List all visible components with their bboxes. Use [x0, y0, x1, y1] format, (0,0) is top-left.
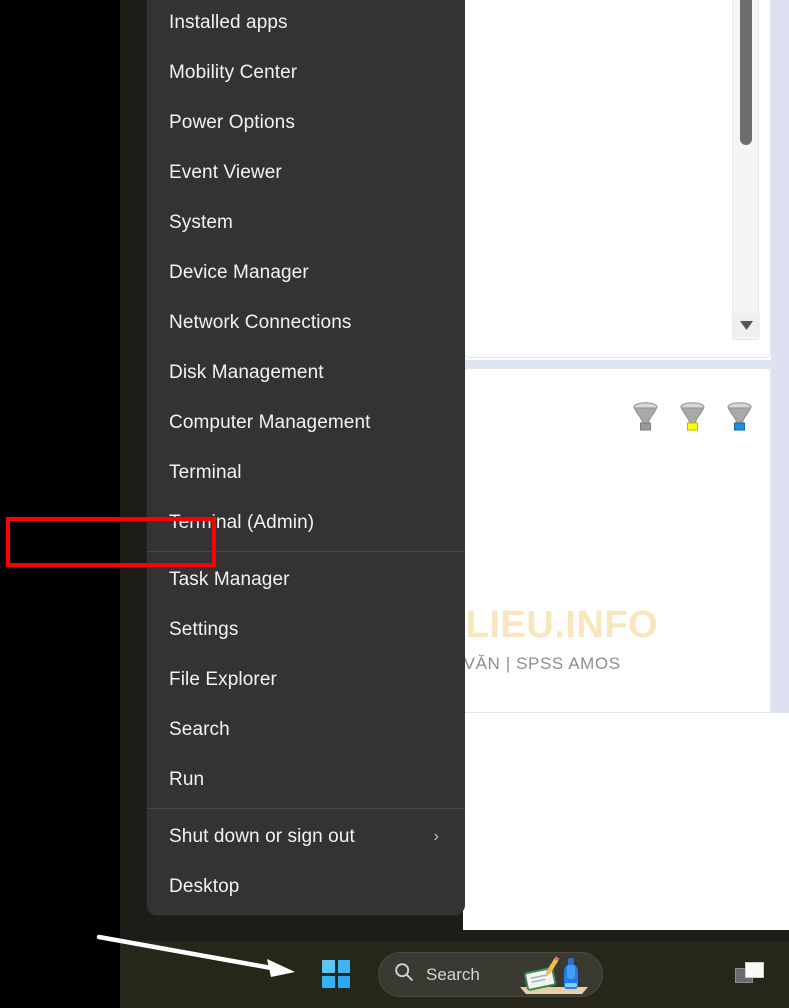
winx-menu-item-run[interactable]: Run: [147, 755, 465, 805]
search-icon: [394, 962, 414, 987]
winx-menu-item-label: Event Viewer: [169, 162, 282, 183]
application-window: [463, 0, 789, 930]
menu-separator: [147, 808, 465, 809]
scrollbar-thumb[interactable]: [740, 0, 752, 145]
winx-menu-item-file-explorer[interactable]: File Explorer: [147, 655, 465, 705]
winx-menu-item-label: Shut down or sign out: [169, 826, 355, 847]
winx-menu-item-computer-management[interactable]: Computer Management: [147, 398, 465, 448]
vertical-scrollbar[interactable]: [732, 0, 760, 340]
winx-menu-item-label: Terminal (Admin): [169, 512, 315, 533]
winx-menu-item-label: Disk Management: [169, 362, 324, 383]
chevron-right-icon: ›: [433, 828, 439, 845]
winx-menu-item-disk-management[interactable]: Disk Management: [147, 348, 465, 398]
desktop-root: XULYSOLIEU.INFO SỐ LIỆU LUẬN VĂN | SPSS …: [0, 0, 789, 1008]
winx-menu-item-power-options[interactable]: Power Options: [147, 98, 465, 148]
winx-menu-list: Installed apps Mobility Center Power Optio…: [147, 0, 465, 912]
funnel-filter-icon-blue[interactable]: [726, 401, 753, 436]
winx-menu-item-system[interactable]: System: [147, 198, 465, 248]
winx-menu-item-label: Settings: [169, 619, 239, 640]
taskbar: Search: [120, 941, 789, 1008]
winx-menu-item-terminal[interactable]: Terminal: [147, 448, 465, 498]
winx-menu-item-event-viewer[interactable]: Event Viewer: [147, 148, 465, 198]
winx-power-user-menu: Installed apps Mobility Center Power Optio…: [147, 0, 465, 915]
window-right-rail: [771, 0, 789, 713]
winx-menu-item-label: Search: [169, 719, 230, 740]
menu-separator: [147, 551, 465, 552]
winx-menu-item-installed-apps[interactable]: Installed apps: [147, 0, 465, 48]
winx-menu-item-label: Task Manager: [169, 569, 290, 590]
winx-menu-item-label: Network Connections: [169, 312, 352, 333]
funnel-filter-icon-yellow[interactable]: [679, 401, 706, 436]
winx-menu-item-label: File Explorer: [169, 669, 277, 690]
winx-menu-item-shut-down-or-sign-out[interactable]: Shut down or sign out ›: [147, 812, 465, 862]
window-lower-area: [463, 713, 789, 930]
windows-logo-icon: [322, 960, 350, 988]
winx-menu-item-label: Desktop: [169, 876, 240, 897]
winx-menu-item-label: Run: [169, 769, 205, 790]
winx-menu-item-label: Device Manager: [169, 262, 309, 283]
window-pane-bottom: [463, 368, 771, 713]
winx-menu-item-mobility-center[interactable]: Mobility Center: [147, 48, 465, 98]
winx-menu-item-terminal-admin[interactable]: Terminal (Admin): [147, 498, 465, 548]
taskbar-search-box[interactable]: Search: [378, 952, 603, 997]
filter-icon-row: [632, 401, 753, 436]
funnel-filter-icon-gray[interactable]: [632, 401, 659, 436]
screen-left-black-strip: [0, 0, 120, 1008]
winx-menu-item-network-connections[interactable]: Network Connections: [147, 298, 465, 348]
winx-menu-item-settings[interactable]: Settings: [147, 605, 465, 655]
winx-menu-item-device-manager[interactable]: Device Manager: [147, 248, 465, 298]
start-button[interactable]: [313, 951, 359, 997]
search-illustration-icon: [518, 956, 596, 996]
window-pane-top: [463, 0, 771, 358]
winx-menu-item-label: Terminal: [169, 462, 242, 483]
scroll-down-arrow-icon[interactable]: [733, 313, 760, 337]
winx-menu-item-task-manager[interactable]: Task Manager: [147, 555, 465, 605]
task-view-icon[interactable]: [735, 961, 765, 989]
winx-menu-item-label: System: [169, 212, 233, 233]
winx-menu-item-label: Installed apps: [169, 12, 288, 33]
winx-menu-item-label: Power Options: [169, 112, 295, 133]
winx-menu-item-label: Computer Management: [169, 412, 371, 433]
winx-menu-item-desktop[interactable]: Desktop: [147, 862, 465, 912]
winx-menu-item-search[interactable]: Search: [147, 705, 465, 755]
winx-menu-item-label: Mobility Center: [169, 62, 298, 83]
